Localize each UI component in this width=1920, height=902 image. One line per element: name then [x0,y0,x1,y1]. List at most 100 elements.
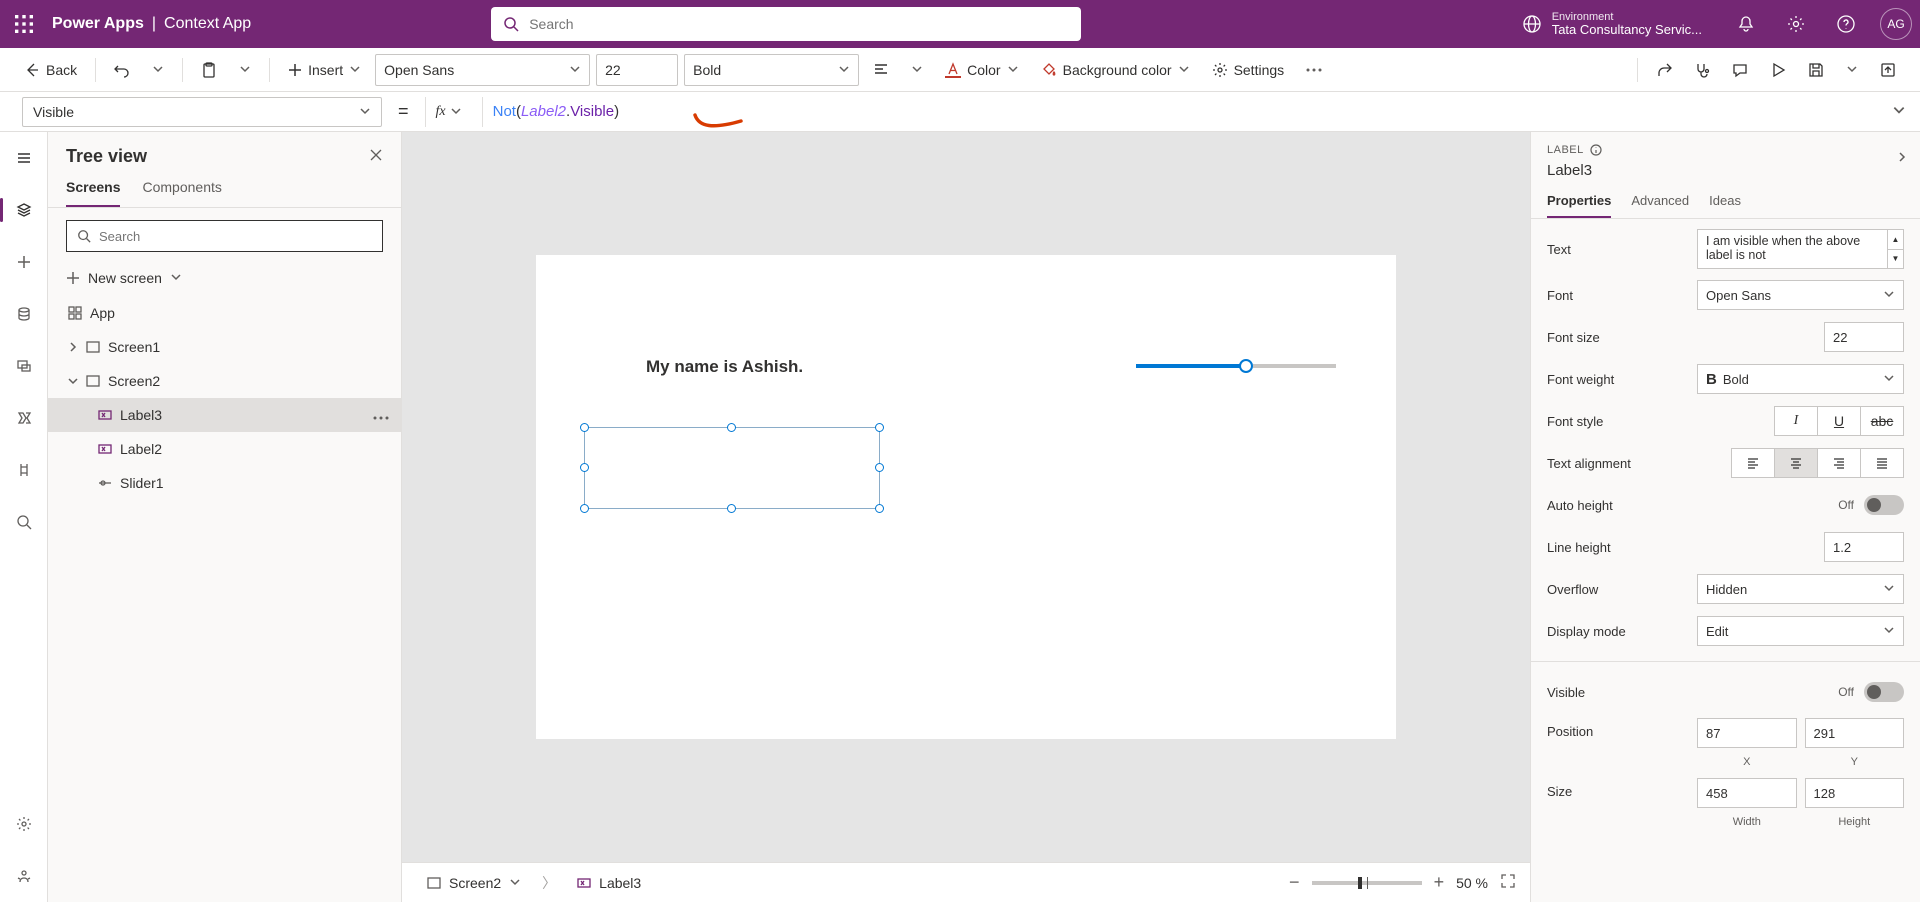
rail-settings[interactable] [8,808,40,840]
slider-thumb[interactable] [1239,359,1253,373]
fit-to-screen-button[interactable] [1500,873,1516,892]
resize-handle[interactable] [580,423,589,432]
rail-virtual-agent[interactable] [8,860,40,892]
canvas-label3-selection[interactable] [584,427,880,509]
formula-input[interactable]: Not(Label2.Visible) [482,97,1920,127]
preview-button[interactable] [1762,54,1794,86]
prop-pos-y-input[interactable]: 291 [1805,718,1905,748]
paste-button[interactable] [193,54,225,86]
prop-displaymode-dropdown[interactable]: Edit [1697,616,1904,646]
overflow-button[interactable] [1298,54,1330,86]
tab-screens[interactable]: Screens [66,179,120,207]
text-spin-down[interactable]: ▼ [1888,250,1903,269]
resize-handle[interactable] [875,423,884,432]
zoom-slider[interactable] [1312,881,1422,885]
zoom-thumb[interactable] [1358,877,1362,889]
fx-button[interactable]: fx [425,97,472,127]
align-justify[interactable] [1860,448,1904,478]
rail-hamburger[interactable] [8,142,40,174]
font-family-dropdown[interactable]: Open Sans [375,54,590,86]
tab-ideas[interactable]: Ideas [1709,193,1741,218]
tab-properties[interactable]: Properties [1547,193,1611,218]
prop-font-dropdown[interactable]: Open Sans [1697,280,1904,310]
property-selector[interactable]: Visible [22,97,382,127]
control-name[interactable]: Label3 [1547,162,1904,179]
prop-fontweight-dropdown[interactable]: BBold [1697,364,1904,394]
save-button[interactable] [1800,54,1832,86]
zoom-out-button[interactable]: − [1289,872,1300,893]
undo-dropdown[interactable] [144,54,172,86]
resize-handle[interactable] [580,504,589,513]
canvas-screen[interactable]: My name is Ashish. [536,255,1396,739]
canvas-label2[interactable]: My name is Ashish. [646,357,803,377]
breadcrumb-control[interactable]: Label3 [566,869,652,897]
help-icon[interactable] [1830,8,1862,40]
fontstyle-italic[interactable]: I [1774,406,1818,436]
tree-node-label2[interactable]: Label2 [48,432,401,466]
align-center[interactable] [1774,448,1818,478]
tree-node-app[interactable]: App [48,296,401,330]
chevron-right-icon[interactable] [66,342,80,352]
rail-variables[interactable] [8,454,40,486]
prop-autoheight-toggle[interactable] [1864,495,1904,515]
prop-overflow-dropdown[interactable]: Hidden [1697,574,1904,604]
share-button[interactable] [1648,54,1680,86]
tab-advanced[interactable]: Advanced [1631,193,1689,218]
rail-media[interactable] [8,350,40,382]
resize-handle[interactable] [875,504,884,513]
resize-handle[interactable] [727,423,736,432]
rail-data[interactable] [8,298,40,330]
search-input[interactable] [529,16,1069,32]
tree-node-label3[interactable]: Label3 [48,398,401,432]
prop-text-input[interactable]: I am visible when the above label is not… [1697,229,1904,269]
close-tree-button[interactable] [369,148,383,165]
prop-pos-x-input[interactable]: 87 [1697,718,1797,748]
bg-color-button[interactable]: Background color [1033,54,1198,86]
rail-search[interactable] [8,506,40,538]
save-dropdown[interactable] [1838,54,1866,86]
back-button[interactable]: Back [16,54,85,86]
info-icon[interactable] [1590,144,1602,156]
publish-button[interactable] [1872,54,1904,86]
align-right[interactable] [1817,448,1861,478]
product-name[interactable]: Power Apps [52,15,144,33]
prop-visible-toggle[interactable] [1864,682,1904,702]
prop-fontsize-input[interactable]: 22 [1824,322,1904,352]
environment-picker[interactable]: Environment Tata Consultancy Servic... [1522,11,1702,37]
new-screen-button[interactable]: New screen [48,264,401,296]
rail-tree-view[interactable] [8,194,40,226]
align-button[interactable] [865,54,897,86]
rail-power-automate[interactable] [8,402,40,434]
tree-node-screen2[interactable]: Screen2 [48,364,401,398]
expand-panel-button[interactable] [1896,150,1908,166]
font-size-input[interactable]: 22 [596,54,678,86]
comments-button[interactable] [1724,54,1756,86]
tree-search[interactable] [66,220,383,252]
prop-size-w-input[interactable]: 458 [1697,778,1797,808]
fontstyle-underline[interactable]: U [1817,406,1861,436]
settings-gear-icon[interactable] [1780,8,1812,40]
font-color-button[interactable]: Color [937,54,1026,86]
text-spin-up[interactable]: ▲ [1888,230,1903,250]
resize-handle[interactable] [580,463,589,472]
zoom-in-button[interactable]: + [1434,872,1445,893]
chevron-down-icon[interactable] [66,376,80,386]
app-name[interactable]: Context App [164,15,251,33]
paste-dropdown[interactable] [231,54,259,86]
tree-search-input[interactable] [99,229,372,244]
align-dropdown[interactable] [903,54,931,86]
prop-lineheight-input[interactable]: 1.2 [1824,532,1904,562]
insert-button[interactable]: Insert [280,54,369,86]
prop-size-h-input[interactable]: 128 [1805,778,1905,808]
app-launcher[interactable] [8,8,40,40]
resize-handle[interactable] [727,504,736,513]
fontstyle-strikethrough[interactable]: abc [1860,406,1904,436]
tree-node-slider1[interactable]: Slider1 [48,466,401,500]
tab-components[interactable]: Components [142,179,221,207]
rail-insert[interactable] [8,246,40,278]
resize-handle[interactable] [875,463,884,472]
notifications-icon[interactable] [1730,8,1762,40]
breadcrumb-screen[interactable]: Screen2 [416,869,532,897]
user-avatar[interactable]: AG [1880,8,1912,40]
global-search[interactable] [491,7,1081,41]
